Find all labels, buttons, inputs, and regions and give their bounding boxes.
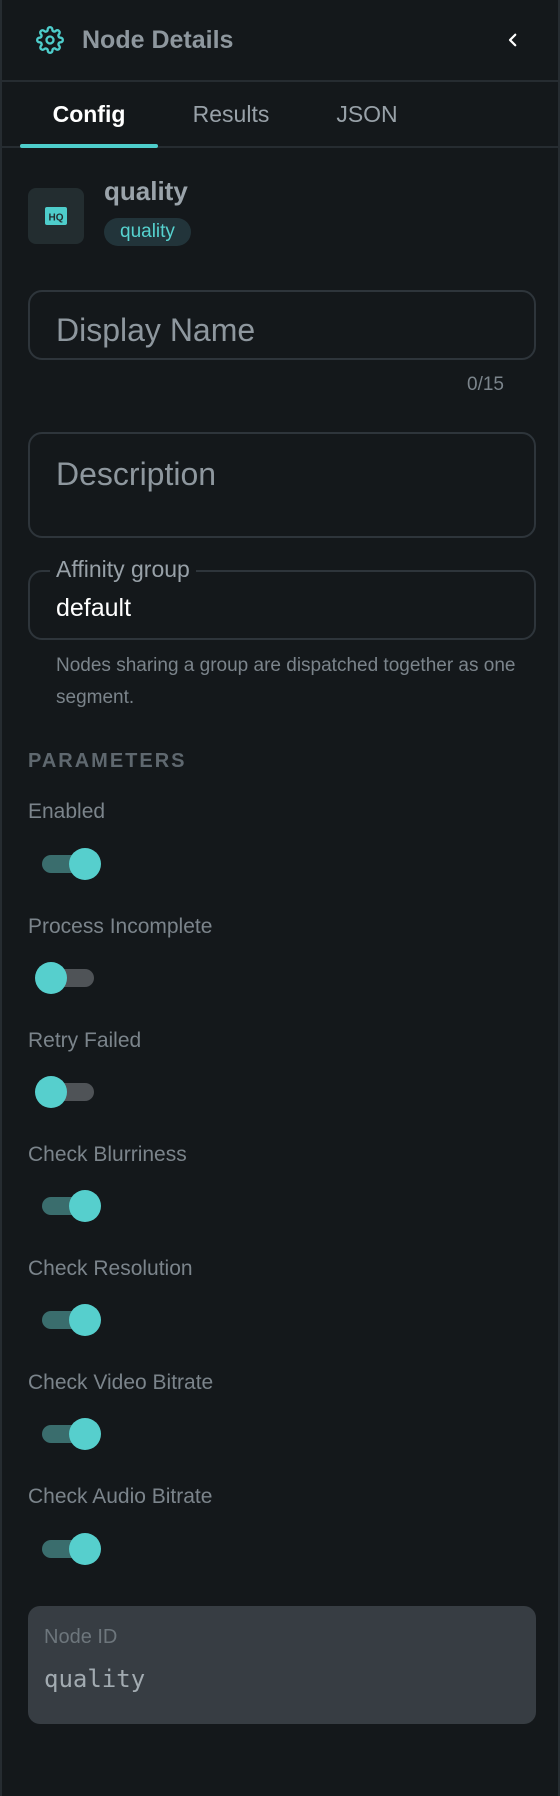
- tab-bar: Config Results JSON: [2, 82, 558, 148]
- toggle-knob: [69, 1418, 101, 1450]
- node-id-label: Node ID: [44, 1626, 118, 1648]
- node-identity: HQ quality quality: [28, 174, 191, 246]
- param-label-retry-failed: Retry Failed: [28, 1029, 142, 1052]
- tab-json[interactable]: JSON: [304, 82, 430, 146]
- node-id-box: Node ID quality: [28, 1606, 536, 1724]
- affinity-group-input[interactable]: [56, 594, 496, 623]
- node-name: quality: [104, 176, 188, 206]
- toggle-knob: [35, 962, 67, 994]
- toggle-check-audio-bitrate[interactable]: [42, 1531, 101, 1567]
- toggle-retry-failed[interactable]: [35, 1074, 94, 1110]
- affinity-group-field[interactable]: Affinity group: [28, 556, 536, 640]
- affinity-group-label: Affinity group: [50, 556, 196, 583]
- param-label-check-resolution: Check Resolution: [28, 1257, 193, 1280]
- panel-title: Node Details: [82, 25, 234, 54]
- node-meta: quality quality: [104, 174, 191, 246]
- display-name-field[interactable]: [28, 290, 536, 360]
- node-id-value: quality: [44, 1665, 146, 1693]
- toggle-knob: [69, 1190, 101, 1222]
- param-label-check-blurriness: Check Blurriness: [28, 1143, 187, 1166]
- node-type-badge: quality: [104, 218, 191, 246]
- tab-results[interactable]: Results: [158, 82, 304, 146]
- panel-header: Node Details: [2, 0, 558, 82]
- chevron-left-icon: [508, 33, 517, 47]
- toggle-knob: [69, 1304, 101, 1336]
- param-label-check-audio-bitrate: Check Audio Bitrate: [28, 1485, 213, 1508]
- param-label-check-video-bitrate: Check Video Bitrate: [28, 1371, 214, 1394]
- parameters-title: PARAMETERS: [28, 750, 187, 772]
- node-details-panel: Node Details Config Results JSON HQ qual…: [0, 0, 560, 1796]
- hq-icon-label: HQ: [49, 213, 64, 224]
- toggle-check-video-bitrate[interactable]: [42, 1416, 101, 1452]
- toggle-knob: [35, 1076, 67, 1108]
- affinity-group-helper: Nodes sharing a group are dispatched tog…: [56, 655, 516, 708]
- collapse-panel-button[interactable]: [498, 25, 528, 55]
- param-label-enabled: Enabled: [28, 800, 106, 823]
- toggle-knob: [69, 848, 101, 880]
- toggle-knob: [69, 1533, 101, 1565]
- gear-icon: [36, 26, 64, 54]
- toggle-enabled[interactable]: [42, 846, 101, 882]
- toggle-check-resolution[interactable]: [42, 1302, 101, 1338]
- description-input[interactable]: [56, 456, 508, 526]
- param-label-process-incomplete: Process Incomplete: [28, 915, 213, 938]
- toggle-process-incomplete[interactable]: [35, 960, 94, 996]
- toggle-check-blurriness[interactable]: [42, 1188, 101, 1224]
- hq-icon: HQ: [28, 188, 84, 244]
- display-name-input[interactable]: [56, 312, 508, 349]
- tab-config[interactable]: Config: [20, 82, 158, 148]
- display-name-counter: 0/15: [467, 374, 504, 395]
- description-field[interactable]: [28, 432, 536, 538]
